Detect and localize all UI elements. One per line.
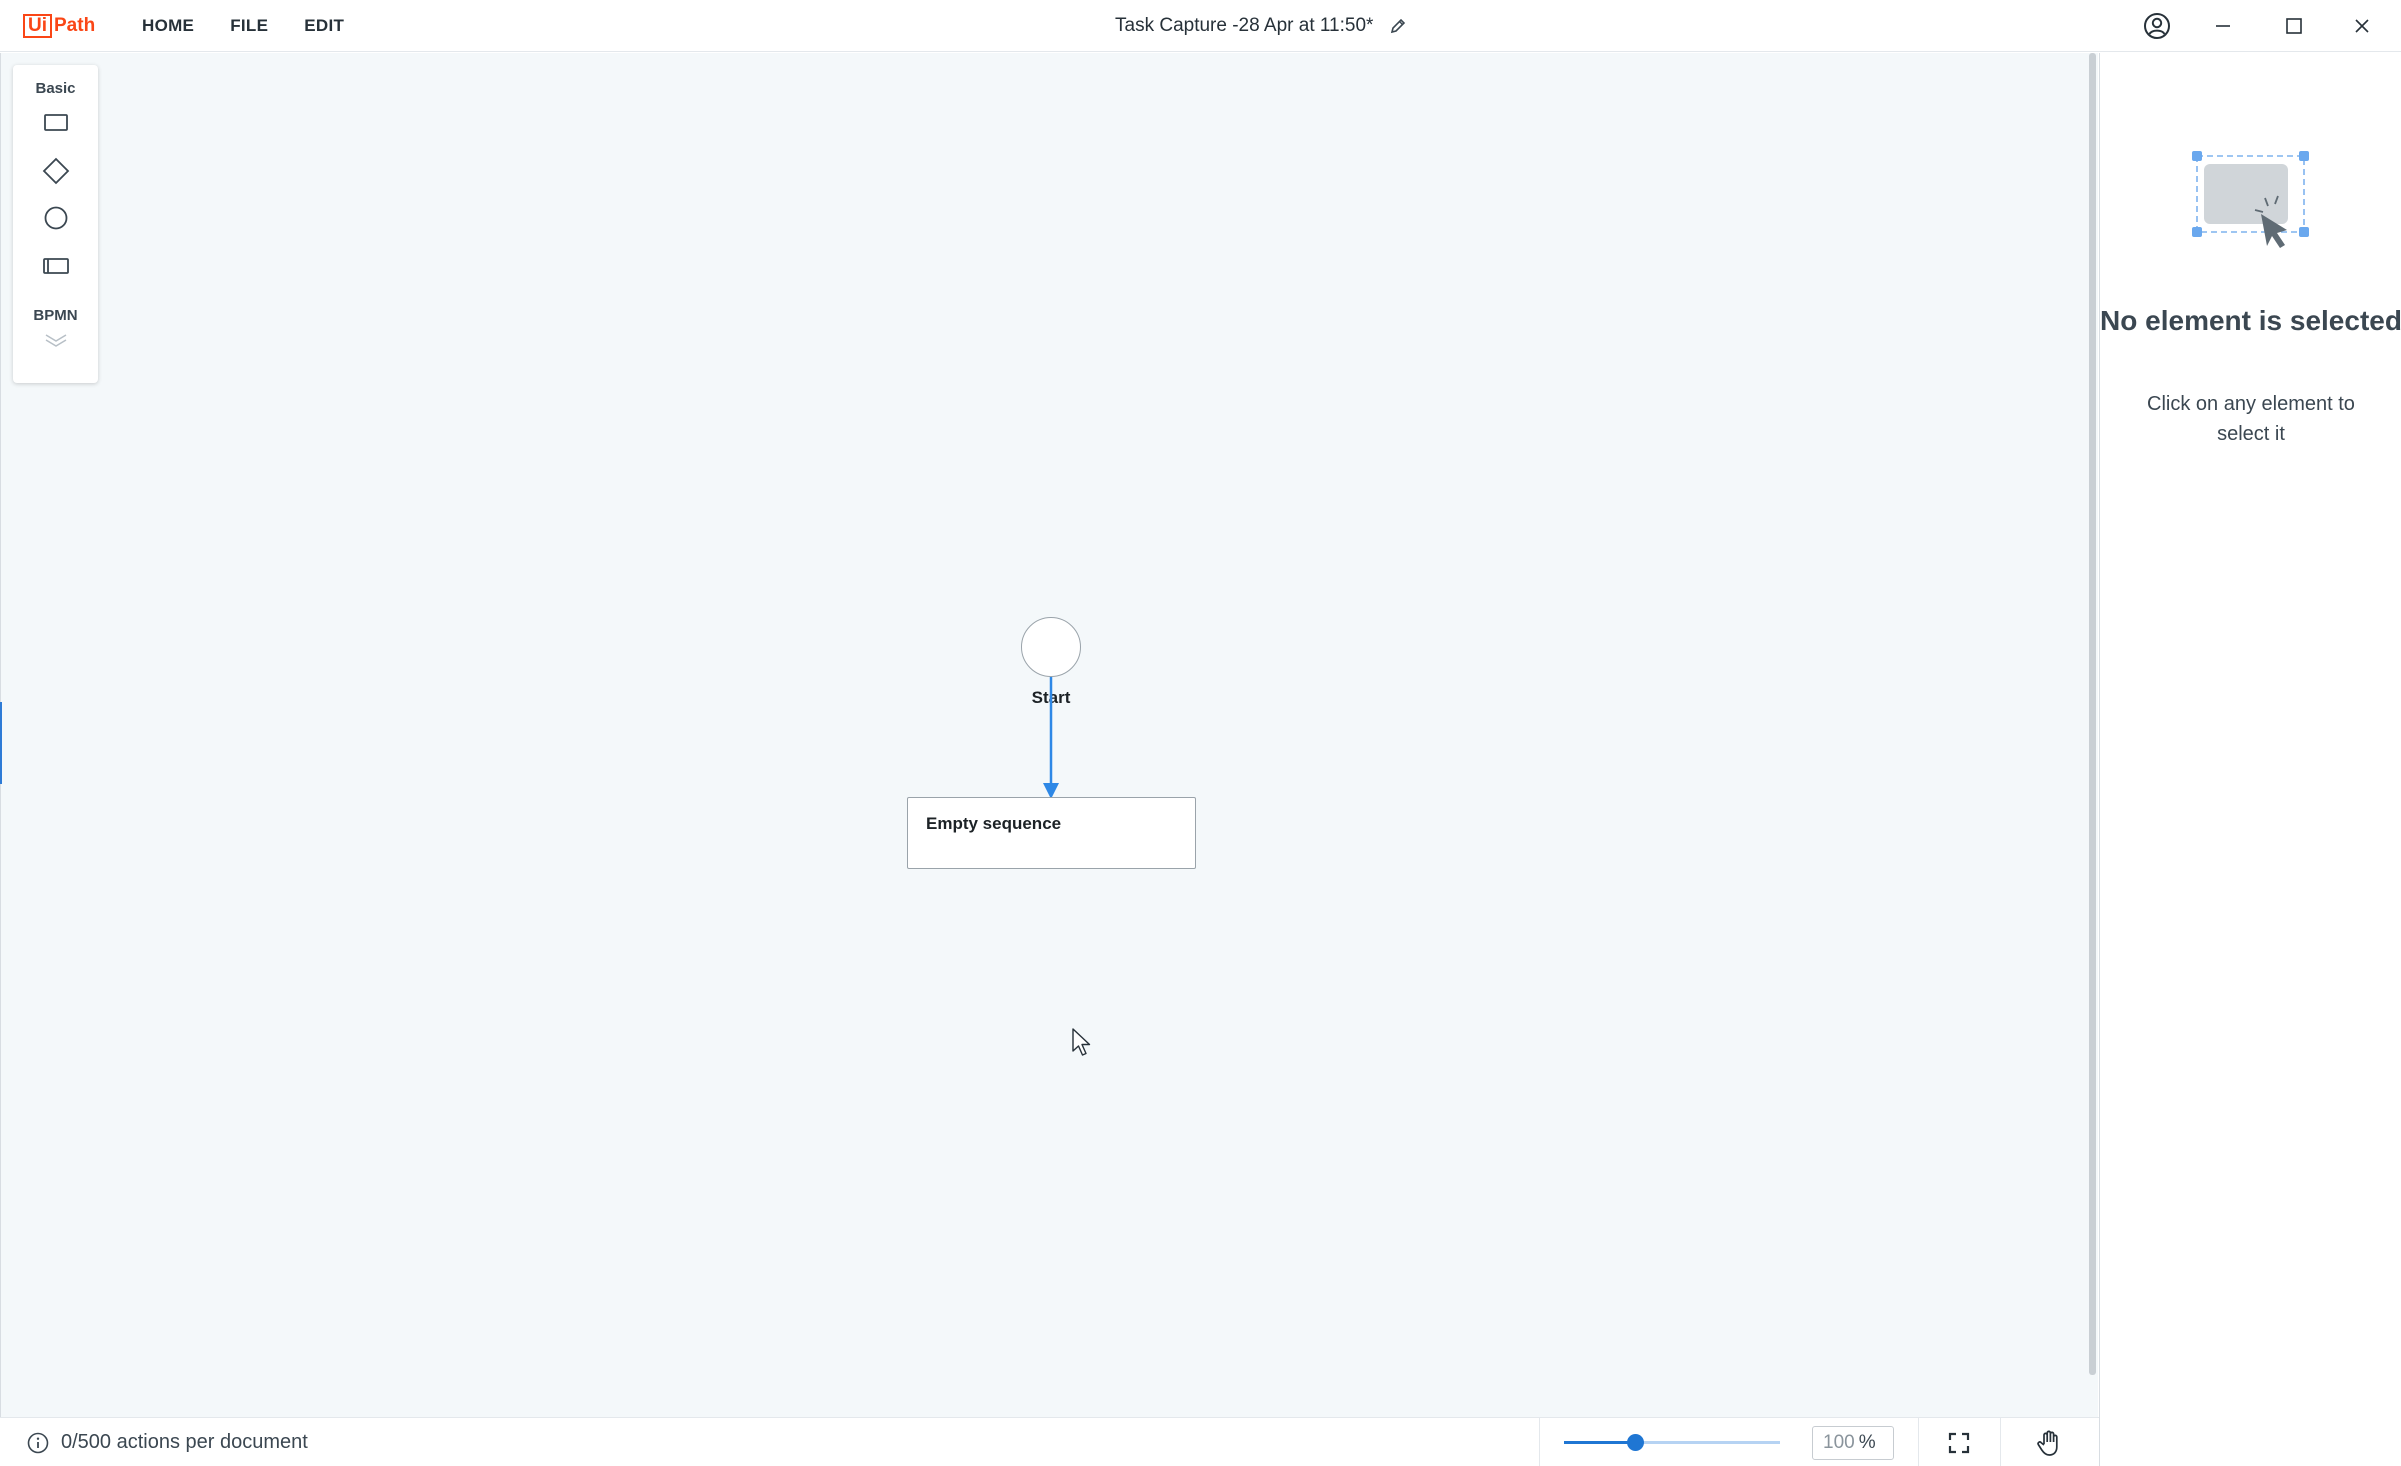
info-icon[interactable] (27, 1432, 49, 1454)
title-bar: Ui Path HOME FILE EDIT Task Capture -28 … (0, 0, 2401, 52)
palette-bpmn-label: BPMN (33, 307, 78, 324)
left-edge-marker (0, 702, 2, 784)
status-divider (1918, 1418, 1919, 1466)
account-icon[interactable] (2142, 11, 2172, 41)
close-icon[interactable] (2347, 11, 2377, 41)
mouse-pointer-icon (1071, 1027, 1093, 1059)
zoom-percent-input[interactable]: 100% (1812, 1426, 1894, 1460)
maximize-icon[interactable] (2279, 11, 2309, 41)
uipath-logo: Ui Path (23, 13, 95, 39)
zoom-unit: % (1858, 1432, 1876, 1453)
sequence-task[interactable]: Empty sequence (907, 797, 1196, 869)
sub-process-icon[interactable] (39, 249, 73, 283)
no-selection-illustration-icon (2185, 146, 2320, 256)
zoom-controls: 100% (1539, 1418, 2099, 1466)
minimize-icon[interactable] (2208, 11, 2238, 41)
sequence-flow-arrow[interactable] (1043, 677, 1059, 799)
chevron-down-icon[interactable] (39, 329, 73, 351)
zoom-slider-handle[interactable] (1626, 1434, 1644, 1451)
actions-counter: 0/500 actions per document (61, 1431, 308, 1453)
menu-edit[interactable]: EDIT (286, 0, 362, 52)
menu-file[interactable]: FILE (212, 0, 286, 52)
no-selection-subtitle: Click on any element to select it (2147, 393, 2355, 445)
logo-suffix: Path (54, 15, 96, 36)
start-event[interactable] (1021, 617, 1081, 677)
diamond-icon[interactable] (39, 154, 73, 188)
no-selection-title: No element is selected (2100, 305, 2401, 336)
circle-icon[interactable] (39, 201, 73, 235)
shape-palette: Basic BPMN (13, 65, 98, 383)
status-divider (2000, 1418, 2001, 1466)
main-menu: HOME FILE EDIT (124, 0, 362, 52)
zoom-value: 100 (1823, 1432, 1855, 1453)
properties-panel: No element is selected Click on any elem… (2099, 53, 2401, 1466)
canvas-vertical-scrollbar[interactable] (2089, 53, 2096, 1375)
zoom-slider-fill (1564, 1441, 1636, 1444)
pan-hand-icon[interactable] (2034, 1427, 2066, 1459)
menu-home[interactable]: HOME (124, 0, 212, 52)
document-title: Task Capture -28 Apr at 11:50* (1115, 15, 1374, 36)
status-bar: 0/500 actions per document 100% (0, 1417, 2099, 1466)
logo-prefix: Ui (23, 14, 52, 38)
sequence-task-label: Empty sequence (926, 814, 1062, 833)
fit-to-screen-icon[interactable] (1943, 1427, 1975, 1459)
palette-basic-label: Basic (35, 80, 76, 97)
edit-title-icon[interactable] (1387, 15, 1409, 37)
rectangle-icon[interactable] (39, 106, 73, 140)
